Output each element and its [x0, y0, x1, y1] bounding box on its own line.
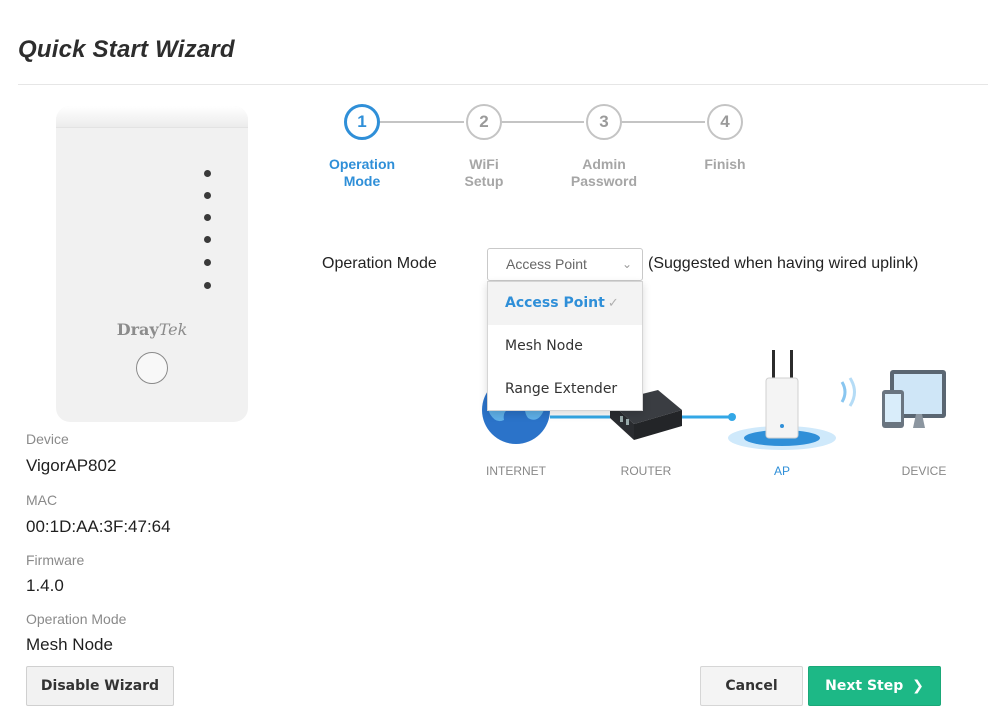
device-led [204, 170, 211, 177]
chevron-right-icon: ❯ [912, 678, 924, 694]
device-image: DrayTek [56, 106, 248, 422]
step-1-label: Operation Mode [328, 156, 396, 189]
step-connector [502, 121, 584, 123]
device-icon [882, 370, 946, 428]
step-connector [622, 121, 705, 123]
mac-value: 00:1D:AA:3F:47:64 [26, 517, 171, 536]
ap-label: AP [773, 464, 790, 478]
device-led [204, 259, 211, 266]
step-1-indicator: 1 [344, 104, 380, 140]
operation-mode-selected-value: Access Point [506, 256, 587, 272]
access-point-icon [728, 350, 856, 450]
operation-mode-info-value: Mesh Node [26, 635, 113, 654]
step-connector [380, 121, 464, 123]
option-label: Access Point [505, 295, 605, 311]
device-top [56, 106, 248, 128]
device-label-diagram: DEVICE [901, 464, 947, 478]
option-label: Mesh Node [505, 338, 583, 354]
operation-mode-hint: (Suggested when having wired uplink) [648, 255, 919, 272]
mac-label: MAC [26, 492, 58, 508]
device-brand-logo: DrayTek [56, 320, 248, 339]
title-divider [18, 84, 988, 85]
step-4-label: Finish [704, 156, 746, 172]
device-label: Device [26, 431, 69, 447]
step-4-indicator: 4 [707, 104, 743, 140]
operation-mode-label: Operation Mode [322, 255, 437, 272]
brand-bold: Dray [116, 320, 159, 339]
disable-wizard-button[interactable]: Disable Wizard [26, 666, 174, 706]
operation-mode-dropdown: Access Point ✓ Mesh Node Range Extender [487, 281, 643, 411]
firmware-value: 1.4.0 [26, 576, 64, 595]
internet-label: INTERNET [486, 464, 546, 478]
firmware-label: Firmware [26, 552, 85, 568]
device-led [204, 282, 211, 289]
router-label: ROUTER [620, 464, 672, 478]
next-step-button[interactable]: Next Step ❯ [808, 666, 941, 706]
device-led [204, 236, 211, 243]
device-led [204, 214, 211, 221]
check-icon: ✓ [607, 296, 619, 311]
chevron-down-icon: ⌄ [621, 257, 632, 271]
step-3-label: Admin Password [570, 156, 638, 189]
step-2-indicator: 2 [466, 104, 502, 140]
step-3-indicator: 3 [586, 104, 622, 140]
option-mesh-node[interactable]: Mesh Node [488, 325, 642, 368]
operation-mode-select[interactable]: Access Point ⌄ [487, 248, 643, 281]
device-value: VigorAP802 [26, 456, 117, 475]
brand-italic: Tek [158, 320, 188, 339]
option-access-point[interactable]: Access Point ✓ [488, 282, 642, 325]
option-label: Range Extender [505, 381, 618, 397]
option-range-extender[interactable]: Range Extender [488, 368, 642, 411]
device-reset-button-image [136, 352, 168, 384]
cancel-button[interactable]: Cancel [700, 666, 803, 706]
next-step-label: Next Step [825, 678, 904, 694]
operation-mode-info-label: Operation Mode [26, 611, 127, 627]
step-2-label: WiFi Setup [464, 156, 504, 189]
device-led [204, 192, 211, 199]
page-title: Quick Start Wizard [18, 36, 235, 63]
